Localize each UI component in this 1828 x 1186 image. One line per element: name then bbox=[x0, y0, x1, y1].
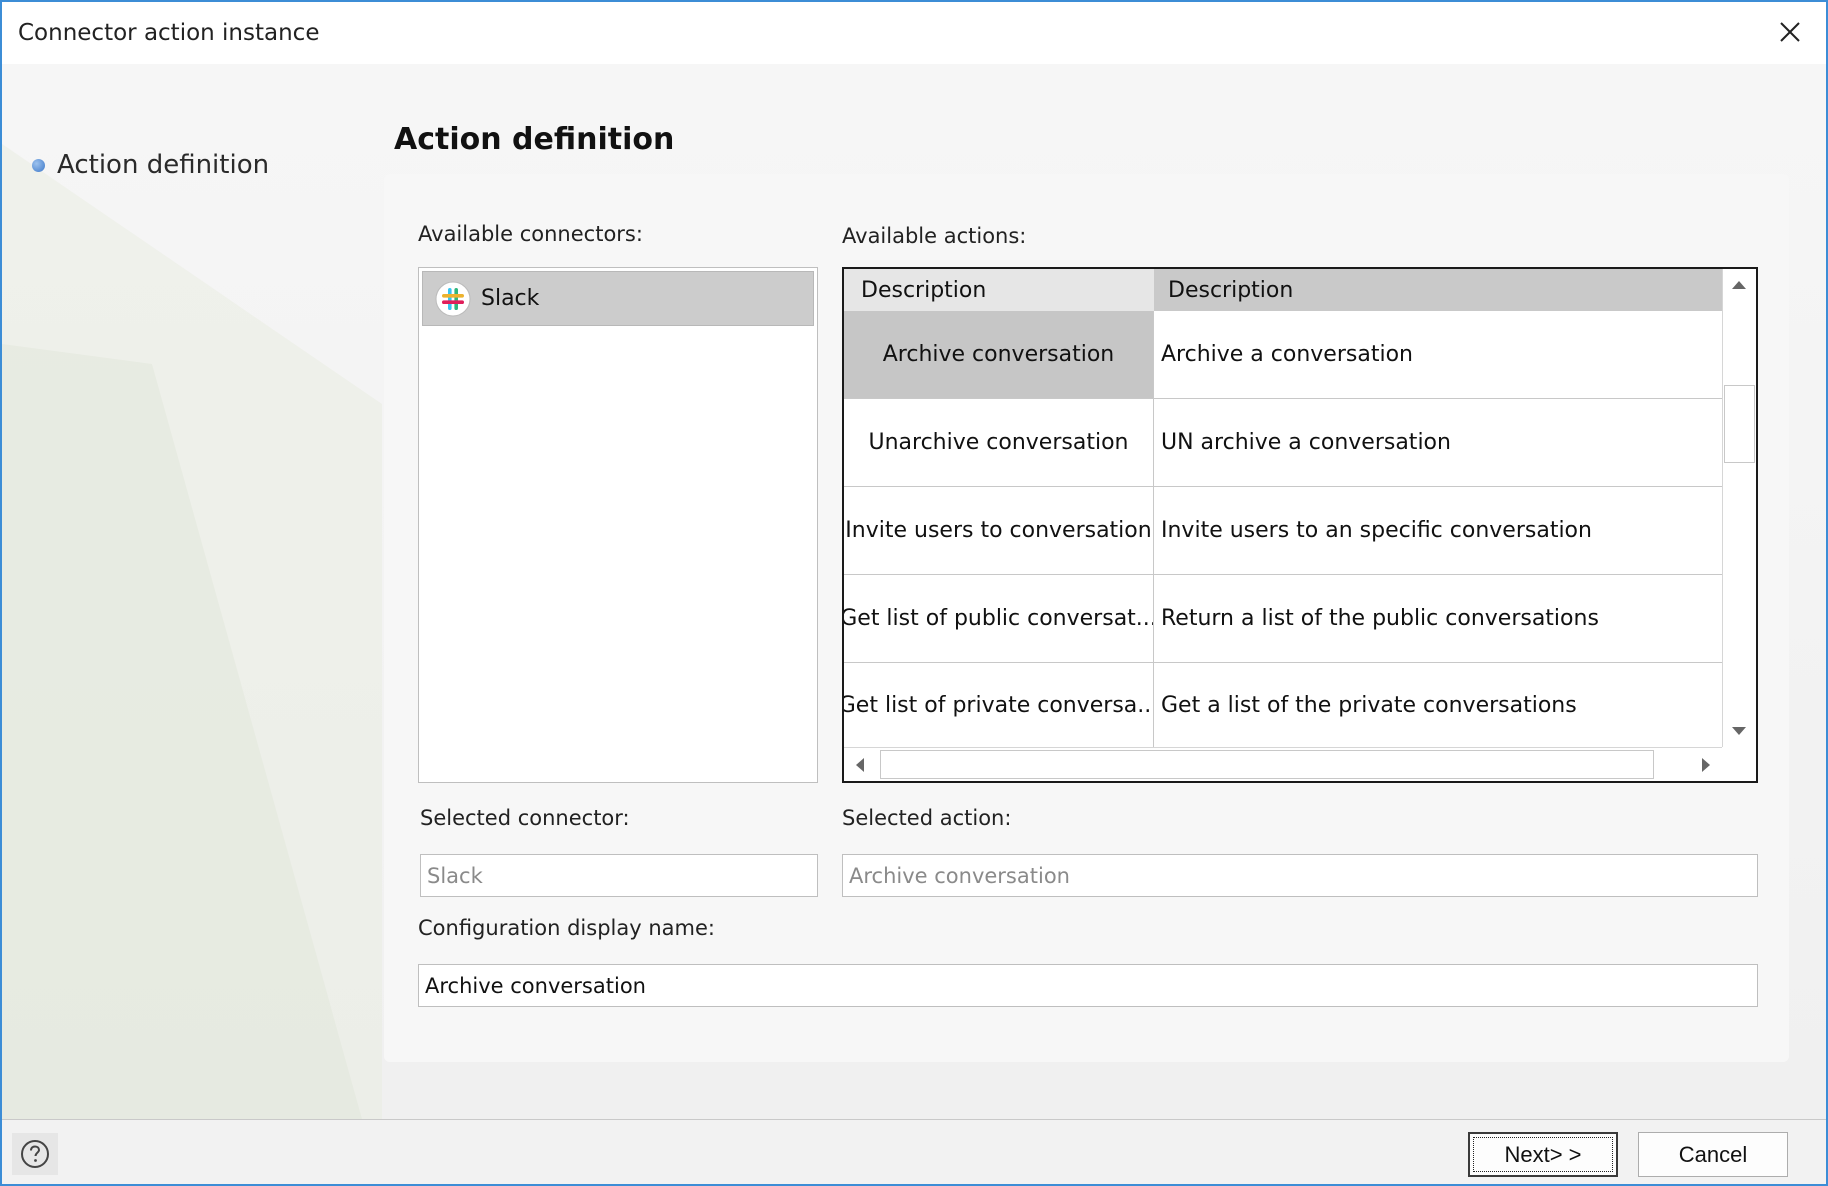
scroll-up-button[interactable] bbox=[1723, 269, 1755, 301]
selected-action-label: Selected action: bbox=[842, 806, 1012, 830]
window-title: Connector action instance bbox=[18, 20, 320, 46]
dialog-body: Action definition Action definition Avai… bbox=[2, 64, 1826, 1119]
caret-down-icon bbox=[1732, 727, 1746, 735]
selected-action-field[interactable] bbox=[842, 854, 1758, 897]
column-header-name[interactable]: Description bbox=[844, 269, 1154, 311]
scroll-down-button[interactable] bbox=[1723, 715, 1755, 747]
connector-item-slack[interactable]: Slack bbox=[422, 271, 814, 326]
action-description-cell: Invite users to an specific conversation bbox=[1161, 518, 1592, 543]
step-action-definition: Action definition bbox=[32, 150, 269, 180]
caret-left-icon bbox=[856, 758, 864, 772]
help-button[interactable] bbox=[12, 1133, 58, 1175]
table-row[interactable]: Unarchive conversation UN archive a conv… bbox=[844, 399, 1722, 487]
action-name-cell: Get list of private conversa... bbox=[844, 663, 1154, 747]
close-icon bbox=[1780, 22, 1800, 42]
action-name-cell: Invite users to conversation bbox=[844, 487, 1154, 574]
table-row[interactable]: Get list of private conversa... Get a li… bbox=[844, 663, 1722, 747]
caret-up-icon bbox=[1732, 281, 1746, 289]
horizontal-scrollbar[interactable] bbox=[844, 747, 1722, 781]
step-label: Action definition bbox=[57, 150, 270, 180]
selected-connector-label: Selected connector: bbox=[420, 806, 630, 830]
dialog-window: Connector action instance Action definit… bbox=[0, 0, 1828, 1186]
action-description-cell: Return a list of the public conversation… bbox=[1161, 606, 1599, 631]
column-header-description[interactable]: Description bbox=[1154, 269, 1722, 311]
config-display-name-label: Configuration display name: bbox=[418, 916, 715, 940]
scroll-left-button[interactable] bbox=[844, 749, 876, 781]
close-button[interactable] bbox=[1770, 14, 1810, 50]
table-row[interactable]: Archive conversation Archive a conversat… bbox=[844, 311, 1722, 399]
caret-right-icon bbox=[1702, 758, 1710, 772]
step-bullet-icon bbox=[32, 158, 45, 172]
action-description-cell: Get a list of the private conversations bbox=[1161, 692, 1577, 718]
vertical-scrollbar[interactable] bbox=[1722, 269, 1756, 747]
help-circle-icon bbox=[21, 1140, 49, 1168]
selected-connector-field[interactable] bbox=[420, 854, 818, 897]
action-name-cell: Get list of public conversat... bbox=[844, 575, 1154, 662]
action-name-cell: Archive conversation bbox=[844, 311, 1154, 398]
table-row[interactable]: Get list of public conversat... Return a… bbox=[844, 575, 1722, 663]
scrollbar-corner bbox=[1722, 747, 1756, 781]
background-decoration bbox=[2, 144, 382, 1119]
actions-grid[interactable]: Description Description Archive conversa… bbox=[842, 267, 1758, 783]
available-actions-label: Available actions: bbox=[842, 224, 1027, 248]
next-button[interactable]: Next> > bbox=[1468, 1132, 1618, 1177]
slack-logo-icon bbox=[435, 281, 471, 316]
action-description-cell: Archive a conversation bbox=[1161, 342, 1413, 367]
available-connectors-label: Available connectors: bbox=[418, 222, 643, 246]
title-bar: Connector action instance bbox=[2, 2, 1826, 64]
config-display-name-field[interactable] bbox=[418, 964, 1758, 1007]
table-row[interactable]: Invite users to conversation Invite user… bbox=[844, 487, 1722, 575]
vertical-scroll-thumb[interactable] bbox=[1724, 385, 1755, 463]
action-description-cell: UN archive a conversation bbox=[1161, 430, 1451, 455]
grid-header: Description Description bbox=[844, 269, 1722, 311]
horizontal-scroll-thumb[interactable] bbox=[880, 750, 1654, 779]
connector-item-label: Slack bbox=[481, 286, 540, 311]
cancel-button[interactable]: Cancel bbox=[1638, 1132, 1788, 1177]
action-name-cell: Unarchive conversation bbox=[844, 399, 1154, 486]
connectors-list[interactable]: Slack bbox=[418, 267, 818, 783]
page-title: Action definition bbox=[394, 122, 675, 157]
dialog-footer: Next> > Cancel bbox=[2, 1119, 1826, 1184]
scroll-right-button[interactable] bbox=[1690, 749, 1722, 781]
